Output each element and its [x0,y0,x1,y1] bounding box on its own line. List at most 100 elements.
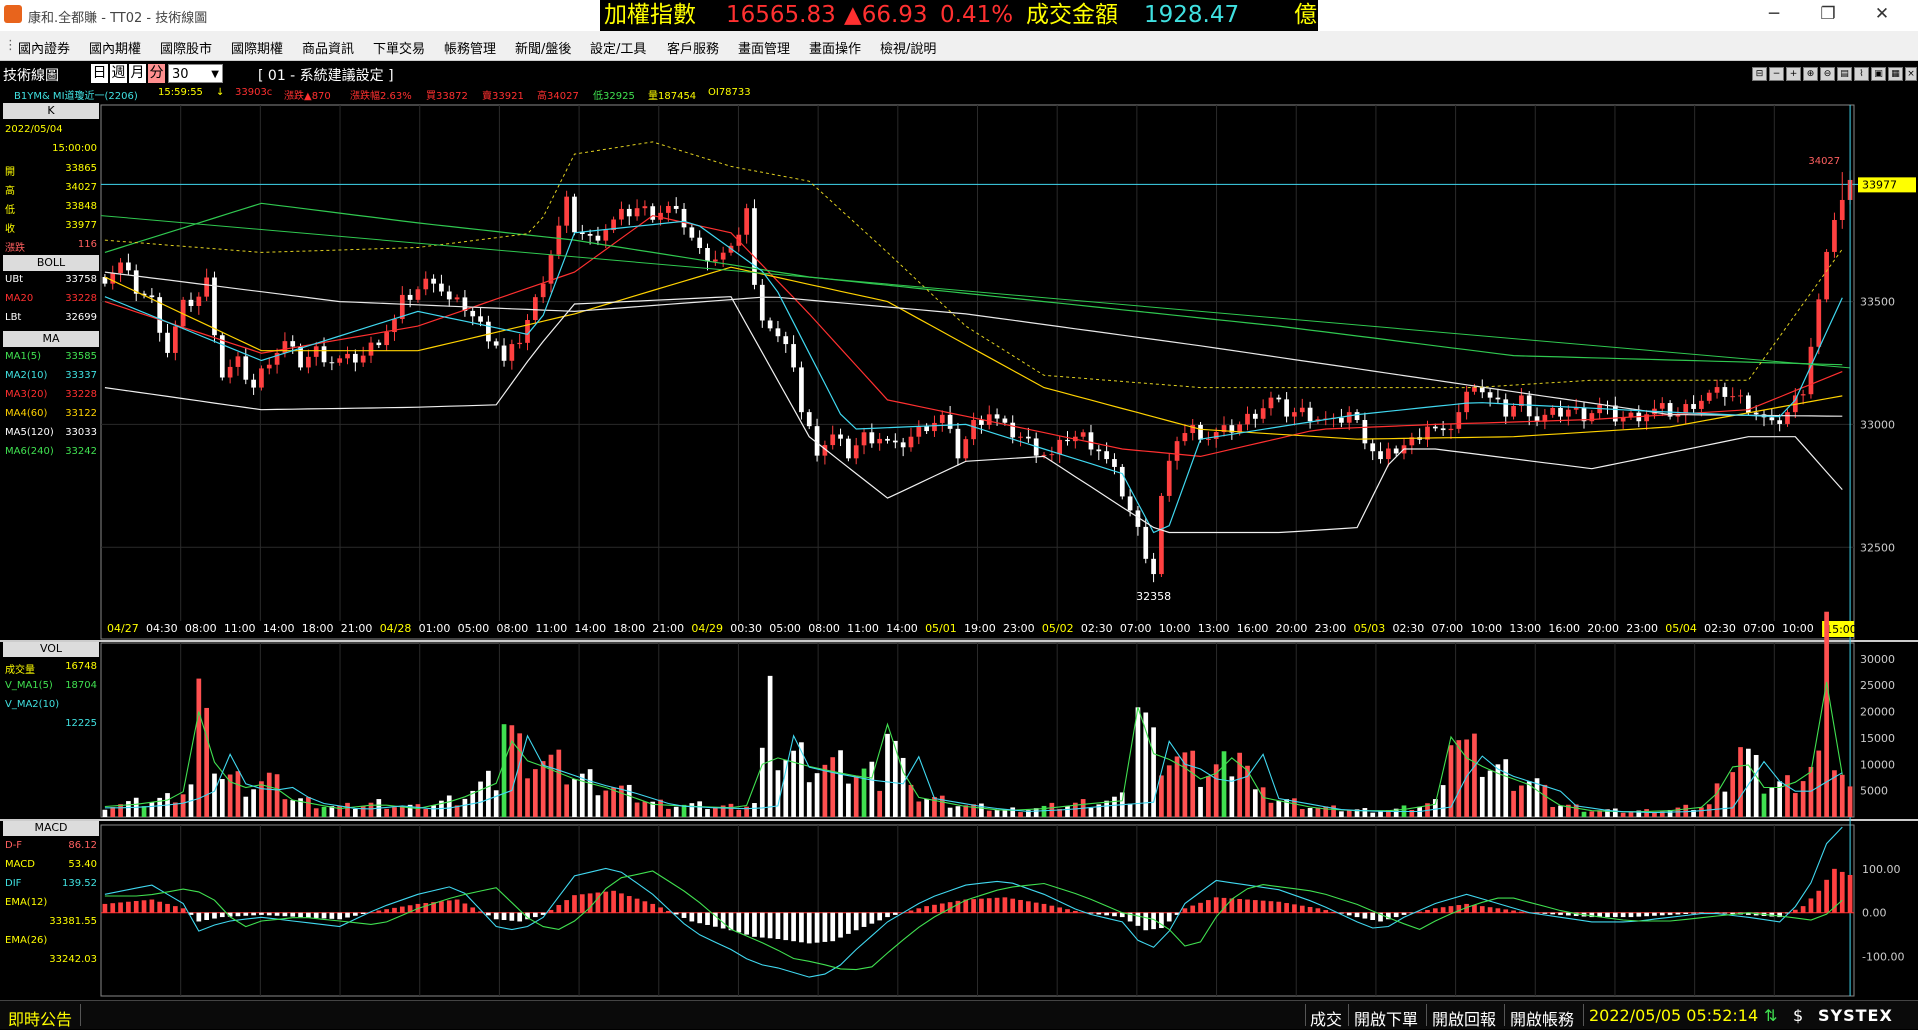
open-order-button[interactable]: 開啟下單 [1354,1006,1418,1030]
ticker-amount: 1928.47 [1144,0,1239,31]
technical-chart[interactable]: 32358340273350033000325003397704/2704:30… [0,103,1918,998]
macd-histogram-bar [635,899,640,913]
menu-item-7[interactable]: 新聞/盤後 [515,38,571,57]
macd-histogram-bar [924,906,929,913]
macd-histogram-bar [916,908,921,912]
candle-body [963,439,968,458]
macd-histogram-bar [838,913,843,938]
volume-bar [916,801,921,817]
volume-bar [142,806,147,817]
volume-bar [838,750,843,817]
plus-icon[interactable]: + [1786,67,1801,81]
volume-bar [823,765,828,817]
status-divider [80,1004,81,1026]
status-divider [1426,1004,1427,1026]
trade-button[interactable]: 成交 [1310,1006,1342,1030]
menu-item-10[interactable]: 畫面管理 [738,38,790,57]
info-symbol: B1YM& MI道瓊近一(2206) [14,87,138,102]
print-icon[interactable]: ▦ [1888,67,1903,81]
panel-close-icon[interactable]: × [1905,67,1917,81]
volume-bar [1488,771,1493,817]
volume-bar [1112,797,1117,817]
volume-bar [870,762,875,817]
menu-item-11[interactable]: 畫面操作 [809,38,861,57]
candle-body [447,291,452,299]
zoom-out-icon[interactable]: ⊖ [1820,67,1835,81]
candle-body [1527,395,1532,416]
menu-item-1[interactable]: 國內期權 [89,38,141,57]
menu-item-12[interactable]: 檢視/說明 [880,38,936,57]
macd-histogram-bar [776,913,781,939]
menu-item-2[interactable]: 國際股市 [160,38,212,57]
zoom-fit-icon[interactable]: ⊟ [1752,67,1767,81]
menu-item-8[interactable]: 設定/工具 [590,38,646,57]
macd-histogram-bar [932,905,937,913]
save-icon[interactable]: ▣ [1871,67,1886,81]
period-select[interactable]: 30▼ [168,64,223,83]
macd-histogram-bar [744,913,749,935]
indicator-icon[interactable]: ⌇ [1854,67,1869,81]
open-report-button[interactable]: 開啟回報 [1432,1006,1496,1030]
volume-bar [1582,812,1587,817]
volume-bar [1276,801,1281,817]
macd-histogram-bar [1613,913,1618,917]
currency-icon: $ [1793,1006,1803,1025]
menu-item-3[interactable]: 國際期權 [231,38,283,57]
minimize-icon[interactable]: ─ [1759,4,1789,24]
candle-body [807,412,812,426]
period-month-button[interactable]: 月 [129,64,146,83]
time-axis-label: 14:00 [263,622,295,635]
menu-item-5[interactable]: 下單交易 [373,38,425,57]
macd-histogram-bar [361,913,366,914]
volume-bar [110,807,115,817]
minus-icon[interactable]: − [1769,67,1784,81]
chart-settings-icon[interactable]: ▤ [1837,67,1852,81]
candle-body [1777,420,1782,424]
volume-bar [361,806,366,817]
volume-bar [267,773,272,817]
candle-body [1112,459,1117,467]
candle-body [1370,443,1375,451]
volume-bar [1261,787,1266,817]
period-week-button[interactable]: 週 [110,64,127,83]
candle-body [384,332,389,345]
menu-grip-icon: ⋮ [4,38,17,53]
menu-item-0[interactable]: 國內證券 [18,38,70,57]
candle-body [838,435,843,439]
volume-bar [1589,811,1594,817]
menu-item-6[interactable]: 帳務管理 [444,38,496,57]
time-axis-label: 04/29 [691,622,723,635]
macd-histogram-bar [1057,907,1062,912]
open-account-button[interactable]: 開啟帳務 [1510,1006,1574,1030]
volume-bar [494,790,499,817]
info-low: 低32925 [593,87,635,102]
volume-bar [807,782,812,817]
menu-item-4[interactable]: 商品資訊 [302,38,354,57]
time-axis-label: 05:00 [458,622,490,635]
candle-body [564,197,569,226]
macd-histogram-bar [1433,908,1438,912]
zoom-in-icon[interactable]: ⊕ [1803,67,1818,81]
period-day-button[interactable]: 日 [91,64,108,83]
macd-histogram-bar [196,913,201,922]
candle-body [204,277,209,296]
macd-histogram-bar [682,913,687,918]
candle-body [1730,396,1735,397]
macd-histogram-bar [909,911,914,913]
period-minute-button[interactable]: 分 [148,64,165,83]
announcement-button[interactable]: 即時公告 [8,1006,72,1030]
volume-bar [956,806,961,817]
macd-histogram-bar [1621,913,1626,917]
macd-histogram-bar [345,913,350,918]
macd-histogram-bar [893,913,898,915]
candle-body [971,420,976,439]
macd-histogram-bar [1840,872,1845,913]
macd-histogram-bar [1370,913,1375,920]
volume-bar [572,779,577,817]
close-icon[interactable]: ✕ [1867,4,1897,24]
menu-item-9[interactable]: 客戶服務 [667,38,719,57]
candle-body [314,346,319,357]
restore-icon[interactable]: ❐ [1813,4,1843,24]
macd-histogram-bar [455,900,460,913]
macd-histogram-bar [854,913,859,931]
